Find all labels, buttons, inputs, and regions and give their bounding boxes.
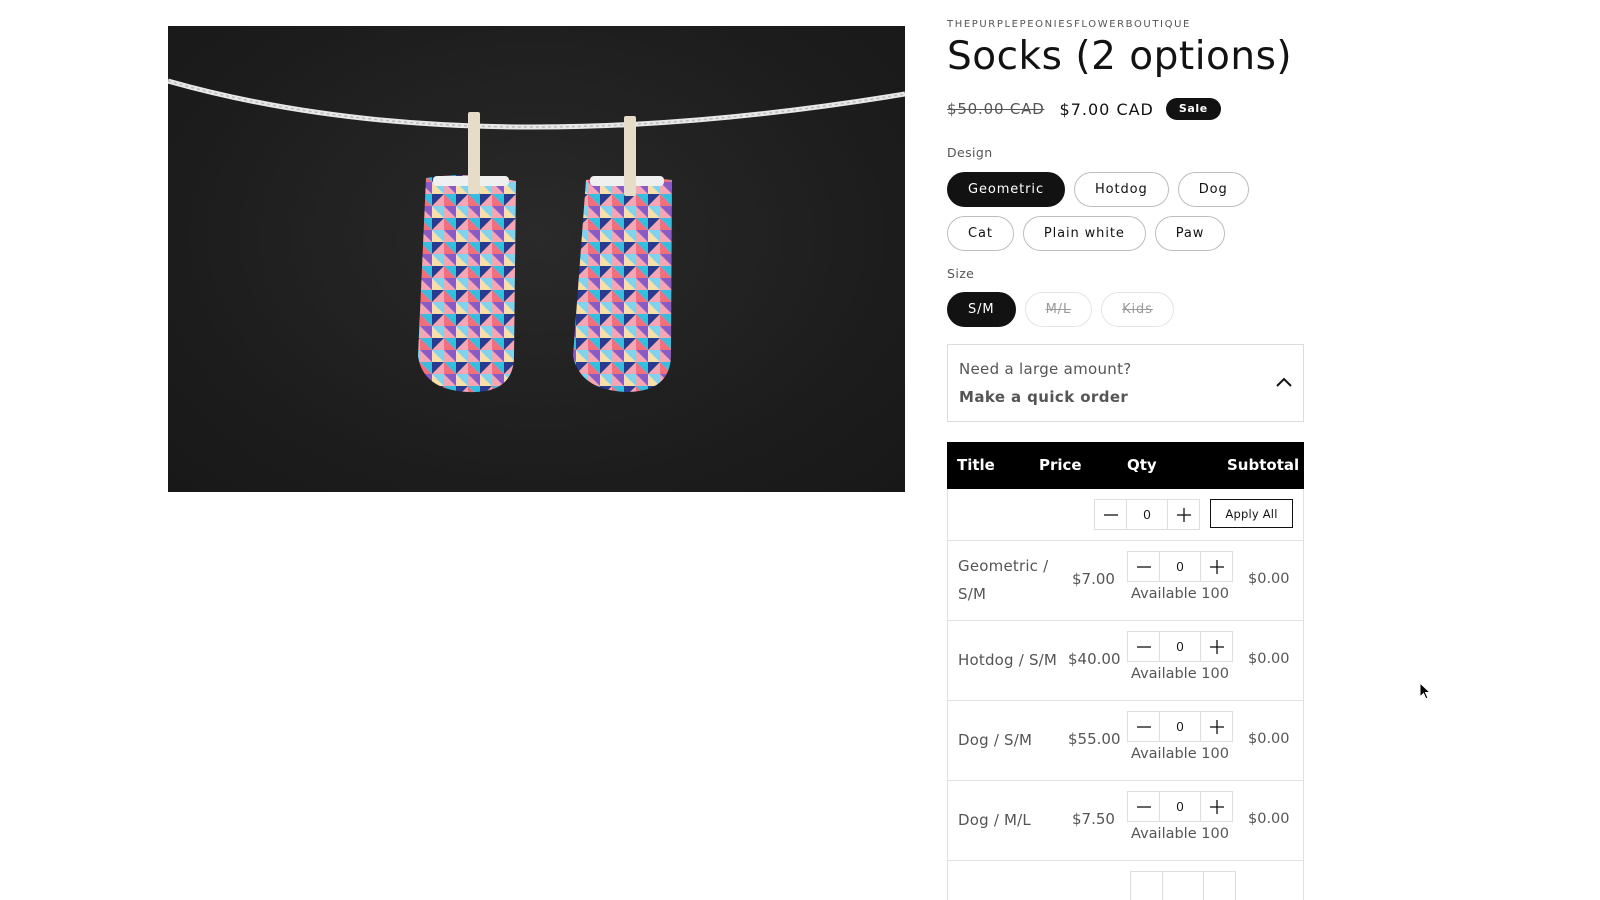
decrease-button[interactable] [1128,632,1159,661]
increase-button[interactable] [1201,552,1232,581]
plus-icon [1209,799,1224,814]
sale-price: $7.00 CAD [1059,99,1154,119]
apply-all-qty-stepper: 0 [1094,499,1200,530]
row-qty-stepper: 0 [1127,791,1233,822]
product-title: Socks (2 options) [947,34,1293,79]
clothespin [624,116,636,196]
table-row: Dog / M/L $7.50 0 Available 100 $0.00 [948,781,1303,861]
minus-icon [1136,645,1151,648]
left-sock [418,112,516,393]
increase-button[interactable] [1168,500,1199,529]
decrease-button[interactable] [1131,872,1162,900]
size-option-sm[interactable]: S/M [947,292,1016,327]
minus-icon [1103,513,1118,516]
socks-photo [168,78,905,393]
row-price: $7.00 [1072,570,1115,588]
table-header: Title Price Qty Subtotal [947,442,1304,489]
product-page: THEPURPLEPEONIESFLOWERBOUTIQUE Socks (2 … [0,0,1600,900]
row-title: Dog / M/L [958,811,1031,829]
sale-badge: Sale [1165,98,1221,120]
row-available: Available 100 [1131,586,1229,602]
table-row: Geometric / S/M $7.00 0 Available 100 $0… [948,541,1303,621]
row-subtotal: $0.00 [1248,651,1290,667]
size-option-kids[interactable]: Kids [1101,292,1174,327]
row-qty-input[interactable]: 0 [1159,552,1201,581]
row-price: $55.00 [1068,730,1121,748]
row-available: Available 100 [1131,666,1229,682]
size-options-row: S/M M/L Kids [947,292,1174,327]
row-qty-input[interactable]: 0 [1159,792,1201,821]
decrease-button[interactable] [1128,792,1159,821]
header-qty: Qty [1127,456,1157,474]
row-available: Available 100 [1131,826,1229,842]
decrease-button[interactable] [1128,712,1159,741]
regular-price: $50.00 CAD [947,100,1045,118]
plus-icon [1209,559,1224,574]
quick-order-heading: Make a quick order [959,388,1129,406]
row-qty-input[interactable]: 0 [1159,712,1201,741]
design-option-plain-white[interactable]: Plain white [1022,216,1146,251]
mouse-cursor-icon [1419,682,1432,700]
plus-icon [1209,639,1224,654]
increase-button[interactable] [1201,712,1232,741]
apply-all-qty-input[interactable]: 0 [1126,500,1168,529]
right-sock [573,116,672,392]
quick-order-toggle[interactable]: Need a large amount? Make a quick order [947,344,1304,422]
table-row: Hotdog / S/M $40.00 0 Available 100 $0.0… [948,621,1303,701]
design-options-row-1: Geometric Hotdog Dog [947,172,1249,207]
row-subtotal: $0.00 [1248,731,1290,747]
table-body: 0 Apply All Geometric / S/M $7.00 0 Avai… [947,489,1304,900]
row-subtotal: $0.00 [1248,811,1290,827]
row-title: Hotdog / S/M [958,651,1058,669]
chevron-up-icon[interactable] [1275,375,1293,389]
price-row: $50.00 CAD $7.00 CAD Sale [947,98,1221,120]
row-subtotal: $0.00 [1248,571,1290,587]
table-row: Dog / S/M $55.00 0 Available 100 $0.00 [948,701,1303,781]
minus-icon [1136,565,1151,568]
rope [168,78,905,130]
clothespin [468,112,480,194]
quick-order-table: Title Price Qty Subtotal 0 Apply All Geo… [947,442,1304,900]
design-option-cat[interactable]: Cat [947,216,1014,251]
row-qty-stepper: 0 [1127,711,1233,742]
design-options-row-2: Cat Plain white Paw [947,216,1226,251]
header-price: Price [1039,456,1082,474]
increase-button[interactable] [1201,792,1232,821]
design-option-hotdog[interactable]: Hotdog [1074,172,1169,207]
design-option-geometric[interactable]: Geometric [947,172,1065,207]
row-qty-input[interactable]: 0 [1159,632,1201,661]
row-title: Dog / S/M [958,731,1033,749]
decrease-button[interactable] [1128,552,1159,581]
product-image[interactable] [168,26,905,492]
row-price: $7.50 [1072,810,1115,828]
row-qty-input[interactable] [1162,872,1204,900]
minus-icon [1136,805,1151,808]
row-title: Geometric / S/M [958,557,1049,603]
row-available: Available 100 [1131,746,1229,762]
table-row [948,861,1303,900]
apply-all-row: 0 Apply All [948,489,1303,541]
size-option-ml[interactable]: M/L [1024,292,1093,327]
decrease-button[interactable] [1095,500,1126,529]
size-label: Size [947,266,975,281]
header-title: Title [957,456,995,474]
plus-icon [1209,719,1224,734]
apply-all-button[interactable]: Apply All [1210,499,1293,528]
row-price: $40.00 [1068,650,1121,668]
header-subtotal: Subtotal [1227,456,1300,474]
vendor-name: THEPURPLEPEONIESFLOWERBOUTIQUE [947,19,1191,30]
minus-icon [1136,725,1151,728]
row-qty-stepper: 0 [1127,631,1233,662]
design-label: Design [947,145,993,160]
increase-button[interactable] [1204,872,1235,900]
row-qty-stepper: 0 [1127,551,1233,582]
design-option-paw[interactable]: Paw [1154,216,1226,251]
design-option-dog[interactable]: Dog [1177,172,1249,207]
plus-icon [1176,507,1191,522]
row-qty-stepper [1130,871,1236,900]
increase-button[interactable] [1201,632,1232,661]
quick-order-prompt: Need a large amount? [959,360,1132,378]
